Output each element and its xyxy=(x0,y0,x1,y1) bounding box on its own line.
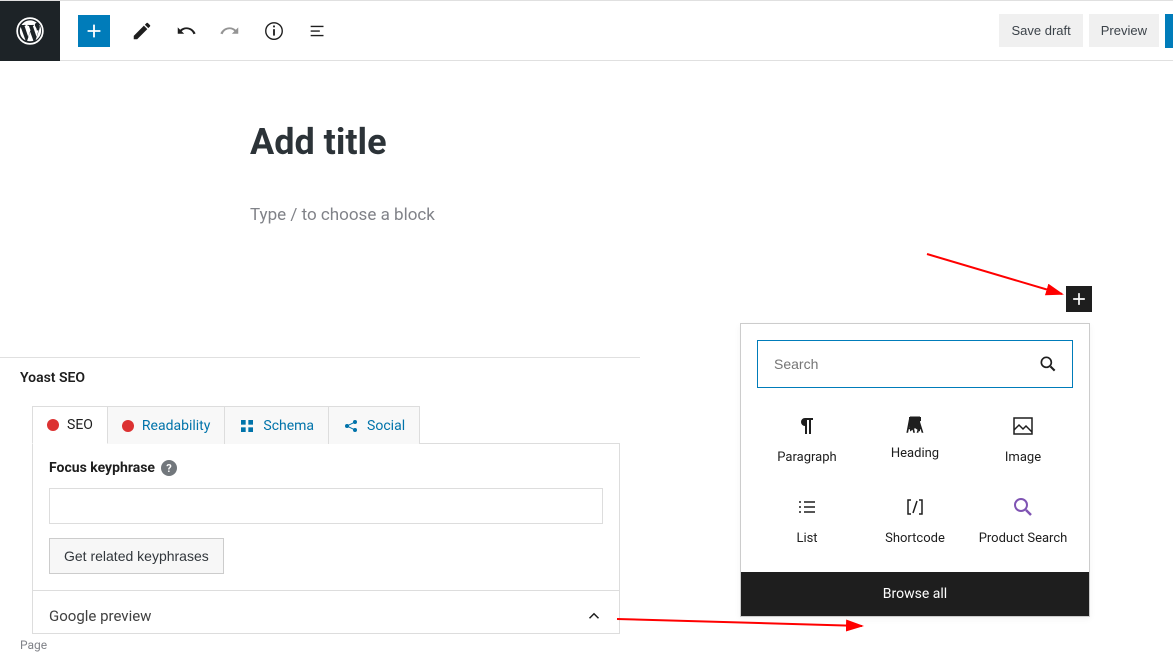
block-inserter-popover: Paragraph Heading Image List Shortcode P… xyxy=(740,323,1090,617)
info-button[interactable] xyxy=(256,13,292,49)
preview-button[interactable]: Preview xyxy=(1089,14,1159,47)
yoast-seo-metabox: Yoast SEO SEO Readability Schema Social … xyxy=(0,357,640,634)
bookmark-icon xyxy=(905,414,925,434)
google-preview-label: Google preview xyxy=(49,607,151,625)
wordpress-icon xyxy=(16,17,44,45)
block-label: List xyxy=(796,531,817,546)
tab-label: Social xyxy=(367,418,405,434)
readability-score-dot xyxy=(122,420,134,432)
image-icon xyxy=(1011,414,1035,438)
block-label: Product Search xyxy=(979,531,1068,546)
seo-score-dot xyxy=(47,419,59,431)
schema-icon xyxy=(239,418,255,434)
yoast-tabs: SEO Readability Schema Social xyxy=(32,406,640,444)
focus-keyphrase-label: Focus keyphrase ? xyxy=(49,460,603,476)
add-block-button[interactable] xyxy=(78,15,110,47)
outline-button[interactable] xyxy=(300,13,336,49)
inserter-search-input[interactable] xyxy=(772,355,1038,373)
tab-seo[interactable]: SEO xyxy=(32,406,108,444)
focus-keyphrase-input[interactable] xyxy=(49,488,603,524)
tab-label: SEO xyxy=(67,417,93,433)
editor-topbar: Save draft Preview xyxy=(0,1,1173,61)
toolbar-left xyxy=(60,13,336,49)
tab-readability[interactable]: Readability xyxy=(108,406,225,444)
block-image[interactable]: Image xyxy=(969,408,1077,471)
block-label: Paragraph xyxy=(777,450,836,465)
shortcode-icon xyxy=(903,495,927,519)
paragraph-icon xyxy=(795,414,819,438)
undo-icon xyxy=(175,20,197,42)
inline-inserter-button[interactable] xyxy=(1066,286,1092,312)
block-label: Image xyxy=(1005,450,1041,465)
editor-canvas: Add title Type / to choose a block xyxy=(0,61,1173,225)
block-heading[interactable]: Heading xyxy=(861,408,969,471)
block-paragraph[interactable]: Paragraph xyxy=(753,408,861,471)
block-shortcode[interactable]: Shortcode xyxy=(861,489,969,552)
publish-button-edge[interactable] xyxy=(1165,14,1173,48)
social-icon xyxy=(343,418,359,434)
tab-social[interactable]: Social xyxy=(329,406,420,444)
wordpress-logo[interactable] xyxy=(0,1,60,61)
plus-icon xyxy=(1069,289,1089,309)
annotation-arrow-1 xyxy=(922,249,1082,309)
pencil-icon xyxy=(131,20,153,42)
post-title-input[interactable]: Add title xyxy=(250,121,1173,163)
list-icon xyxy=(795,495,819,519)
google-preview-toggle[interactable]: Google preview xyxy=(32,591,620,634)
get-related-keyphrases-button[interactable]: Get related keyphrases xyxy=(49,538,224,574)
search-icon xyxy=(1038,354,1058,374)
tab-label: Readability xyxy=(142,418,210,434)
redo-icon xyxy=(219,20,241,42)
block-list[interactable]: List xyxy=(753,489,861,552)
list-view-icon xyxy=(307,20,329,42)
block-label: Heading xyxy=(891,446,939,461)
toolbar-right: Save draft Preview xyxy=(999,14,1173,48)
browse-all-button[interactable]: Browse all xyxy=(741,572,1089,616)
block-product-search[interactable]: Product Search xyxy=(969,489,1077,552)
default-block-appender[interactable]: Type / to choose a block xyxy=(250,205,1173,225)
page-footer-label: Page xyxy=(20,638,47,652)
block-label: Shortcode xyxy=(885,531,945,546)
inserter-search-box[interactable] xyxy=(757,340,1073,388)
tools-button[interactable] xyxy=(124,13,160,49)
chevron-up-icon xyxy=(585,607,603,625)
undo-button[interactable] xyxy=(168,13,204,49)
plus-icon xyxy=(83,20,105,42)
help-icon[interactable]: ? xyxy=(161,460,177,476)
tab-schema[interactable]: Schema xyxy=(225,406,329,444)
redo-button[interactable] xyxy=(212,13,248,49)
product-search-icon xyxy=(1011,495,1035,519)
inserter-block-grid: Paragraph Heading Image List Shortcode P… xyxy=(741,404,1089,572)
save-draft-button[interactable]: Save draft xyxy=(999,14,1082,47)
focus-label-text: Focus keyphrase xyxy=(49,460,155,476)
yoast-metabox-title: Yoast SEO xyxy=(0,358,640,398)
yoast-seo-panel: Focus keyphrase ? Get related keyphrases xyxy=(32,443,620,591)
tab-label: Schema xyxy=(263,418,314,434)
info-icon xyxy=(263,20,285,42)
